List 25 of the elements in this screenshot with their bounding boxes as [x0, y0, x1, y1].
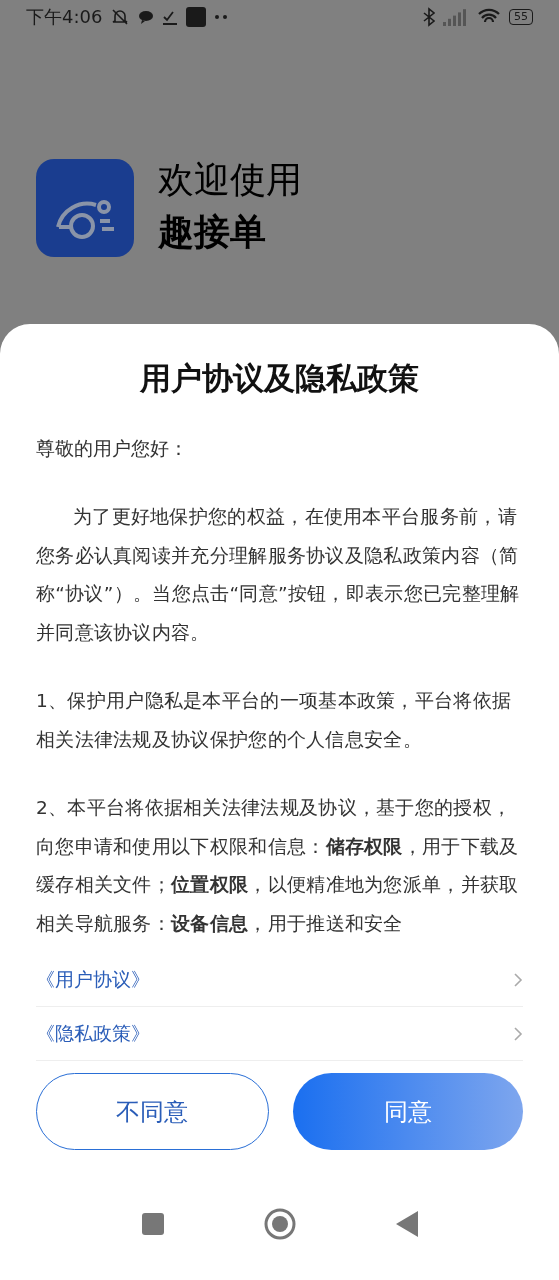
more-dots-icon — [214, 14, 229, 21]
home-circle-icon[interactable] — [263, 1208, 296, 1240]
app-logo-icon — [36, 158, 134, 257]
back-triangle-icon[interactable] — [395, 1211, 418, 1237]
agree-button[interactable]: 同意 — [292, 1073, 523, 1150]
check-icon — [162, 9, 179, 26]
policy-link[interactable]: 《用户协议》 — [36, 953, 523, 1007]
app-name: 趣接单 — [158, 209, 267, 254]
chevron-right-icon — [513, 971, 523, 988]
square-nav-icon[interactable] — [141, 1213, 164, 1235]
agreement-paragraph: 1、保护用户隐私是本平台的一项基本政策，平台将依据相关法律法规及协议保护您的个人信息安全。 — [36, 689, 513, 752]
bluetooth-icon — [423, 7, 435, 28]
square-icon — [186, 7, 207, 28]
policy-link[interactable]: 《隐私政策》 — [36, 1007, 523, 1061]
disagree-button[interactable]: 不同意 — [36, 1073, 269, 1150]
welcome-text: 欢迎使用 — [158, 157, 302, 202]
chat-bubble-icon — [138, 9, 155, 26]
signal-icon — [443, 8, 469, 27]
agreement-paragraph: 为了更好地保护您的权益，在使用本平台服务前，请您务必认真阅读并充分理解服务协议及隐私政策内容（简称“协议”）。当您点击“同意”按钮，即表示您已完整理解并同意该协议内容。 — [36, 505, 521, 645]
status-time: 下午4:06 — [26, 5, 103, 30]
battery-level: 55 — [509, 9, 533, 26]
chevron-right-icon — [513, 1025, 523, 1042]
greeting-text: 尊敬的用户您好： — [36, 436, 189, 461]
dialog-title: 用户协议及隐私政策 — [139, 358, 420, 398]
agreement-paragraph: 2、本平台将依据相关法律法规及协议，基于您的授权，向您申请和使用以下权限和信息：储存权限，用于下载及缓存相关文件；位置权限，以便精准地为您派单，并获取相关导航服务：设备信息，用于推送和安全 — [36, 796, 520, 936]
